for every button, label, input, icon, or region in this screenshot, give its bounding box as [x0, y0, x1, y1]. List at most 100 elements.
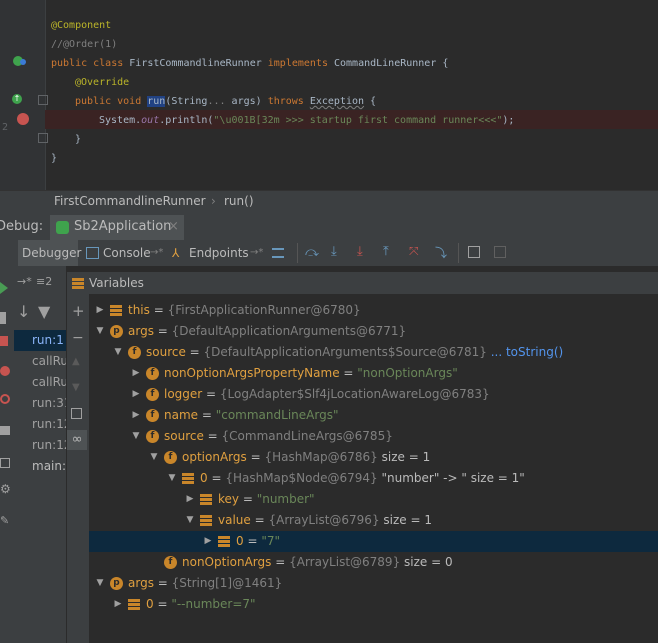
variable-row[interactable]: f nonOptionArgs = {ArrayList@6789} size =…	[89, 552, 658, 573]
frame-item[interactable]: main:	[14, 456, 66, 477]
expand-down-icon[interactable]: ▼	[131, 426, 141, 447]
tab-sb2application[interactable]: Sb2Application ×	[50, 215, 184, 240]
gear-icon[interactable]: ⚙	[0, 482, 11, 496]
fold-icon[interactable]	[38, 133, 48, 143]
variable-text: logger = {LogAdapter$Slf4jLocationAwareL…	[164, 384, 490, 405]
expand-right-icon[interactable]: ▶	[185, 489, 195, 510]
pin-icon[interactable]: →*	[150, 240, 163, 266]
trace-icon[interactable]	[494, 246, 506, 258]
remove-watch-icon[interactable]: −	[72, 330, 84, 346]
step-out-icon[interactable]: ⤒	[383, 244, 389, 259]
code-line: System.out.println("\u001B[32m >>> start…	[99, 115, 515, 126]
variable-row[interactable]: ▶ 0 = "7"	[89, 531, 658, 552]
force-step-into-icon[interactable]: ⤓	[357, 244, 363, 259]
variable-row[interactable]: ▼ f optionArgs = {HashMap@6786} size = 1	[89, 447, 658, 468]
variable-text: value = {ArrayList@6796} size = 1	[218, 510, 432, 531]
variable-row[interactable]: ▼ p args = {DefaultApplicationArguments@67…	[89, 321, 658, 342]
expand-right-icon[interactable]: ▶	[203, 531, 213, 552]
object-icon	[200, 494, 212, 505]
move-up-icon[interactable]: ▲	[72, 356, 80, 367]
fold-icon[interactable]	[38, 95, 48, 105]
variable-text: source = {DefaultApplicationArguments$So…	[146, 342, 563, 363]
expand-down-icon[interactable]: ▼	[167, 468, 177, 489]
variable-row[interactable]: ▼ 0 = {HashMap$Node@6794} "number" -> " s…	[89, 468, 658, 489]
move-down-icon[interactable]: ▼	[72, 382, 80, 393]
expand-down-icon[interactable]: ▼	[149, 447, 159, 468]
camera-icon[interactable]	[0, 426, 10, 435]
drop-frame-icon[interactable]: ⤧	[409, 244, 419, 259]
expand-down-icon[interactable]: ▼	[95, 321, 105, 342]
breadcrumb-class[interactable]: FirstCommandlineRunner	[54, 194, 206, 208]
field-icon: f	[146, 409, 159, 422]
pin-icon[interactable]: →*	[250, 240, 263, 266]
expand-right-icon[interactable]: ▶	[131, 384, 141, 405]
expand-down-icon[interactable]: ▼	[113, 342, 123, 363]
breakpoint-icon[interactable]	[17, 113, 29, 125]
pause-icon[interactable]	[0, 312, 6, 324]
infinity-icon[interactable]: ∞	[67, 430, 87, 450]
variable-row[interactable]: ▶ f logger = {LogAdapter$Slf4jLocationAwar…	[89, 384, 658, 405]
variable-row[interactable]: ▶ f name = "commandLineArgs"	[89, 405, 658, 426]
variable-row[interactable]: ▶ 0 = "--number=7"	[89, 594, 658, 615]
expand-right-icon[interactable]: ▶	[131, 405, 141, 426]
copy-icon[interactable]	[71, 408, 82, 419]
variables-tree[interactable]: ▶ this = {FirstApplicationRunner@6780} ▼ p a…	[89, 294, 658, 643]
thread-icon[interactable]: →*	[17, 275, 32, 288]
mute-breakpoints-icon[interactable]	[0, 394, 10, 404]
expand-right-icon[interactable]: ▶	[95, 300, 105, 321]
step-over-icon[interactable]: ⤼	[305, 245, 319, 260]
evaluate-expression-icon[interactable]	[468, 246, 480, 258]
code-editor[interactable]: 2 ↑ @Component //@Order(1) public class …	[0, 0, 658, 190]
implements-icon: ↑	[12, 94, 22, 104]
filter-icon[interactable]: ▼	[38, 302, 50, 321]
equals-sign: =	[202, 387, 220, 401]
variable-value: {LogAdapter$Slf4jLocationAwareLog@6783}	[219, 387, 490, 401]
step-into-icon[interactable]: ⤓	[331, 244, 337, 259]
frame-item[interactable]: callRu	[14, 372, 66, 393]
variable-row[interactable]: ▼ f source = {DefaultApplicationArguments$…	[89, 342, 658, 363]
variable-row[interactable]: ▼ value = {ArrayList@6796} size = 1	[89, 510, 658, 531]
run-to-cursor-icon[interactable]: ⤵	[435, 244, 447, 261]
variable-text: args = {DefaultApplicationArguments@6771…	[128, 321, 406, 342]
tostring-link[interactable]: ... toString()	[487, 345, 563, 359]
resume-icon[interactable]	[0, 282, 8, 294]
restart-icon[interactable]	[0, 244, 8, 262]
view-breakpoints-icon[interactable]	[0, 366, 10, 376]
equals-sign: =	[153, 576, 172, 590]
pin-tab-icon[interactable]: ✎	[0, 514, 9, 527]
equals-sign: =	[250, 513, 269, 527]
frames-nav: ↓ ▼	[14, 300, 66, 322]
frame-item[interactable]: run:12	[14, 435, 66, 456]
breadcrumb-method[interactable]: run()	[224, 194, 254, 208]
frame-item[interactable]: run:12	[14, 414, 66, 435]
variable-extra: size = 1	[379, 513, 432, 527]
close-icon[interactable]: ×	[168, 219, 179, 234]
expand-right-icon[interactable]: ▶	[131, 363, 141, 384]
show-frames-icon[interactable]	[272, 248, 284, 258]
layout-icon[interactable]	[0, 458, 10, 468]
variable-row[interactable]: ▶ f nonOptionArgsPropertyName = "nonOption…	[89, 363, 658, 384]
frame-item[interactable]: callRu	[14, 351, 66, 372]
debug-header: Debug: Sb2Application ×	[0, 213, 658, 241]
expand-down-icon[interactable]: ▼	[185, 510, 195, 531]
tab-debugger[interactable]: Debugger	[18, 240, 81, 266]
field-icon: f	[128, 346, 141, 359]
breadcrumb: FirstCommandlineRunner › run()	[0, 190, 658, 213]
variable-name: 0	[200, 471, 208, 485]
field-icon: f	[146, 367, 159, 380]
stop-icon[interactable]	[0, 336, 8, 346]
variable-row[interactable]: ▶ key = "number"	[89, 489, 658, 510]
arrow-down-icon[interactable]: ↓	[17, 302, 30, 321]
code-line: }	[75, 134, 82, 145]
frame-item[interactable]: run:31	[14, 393, 66, 414]
variable-name: 0	[146, 597, 154, 611]
expand-right-icon[interactable]: ▶	[113, 594, 123, 615]
variable-row[interactable]: ▶ this = {FirstApplicationRunner@6780}	[89, 300, 658, 321]
frame-item[interactable]: run:1	[14, 330, 66, 351]
equals-sign: =	[185, 345, 204, 359]
expand-down-icon[interactable]: ▼	[95, 573, 105, 594]
thread-selector[interactable]: ≡2	[36, 275, 52, 288]
variable-row[interactable]: ▼ p args = {String[1]@1461}	[89, 573, 658, 594]
variable-row[interactable]: ▼ f source = {CommandLineArgs@6785}	[89, 426, 658, 447]
add-watch-icon[interactable]: +	[72, 302, 85, 320]
